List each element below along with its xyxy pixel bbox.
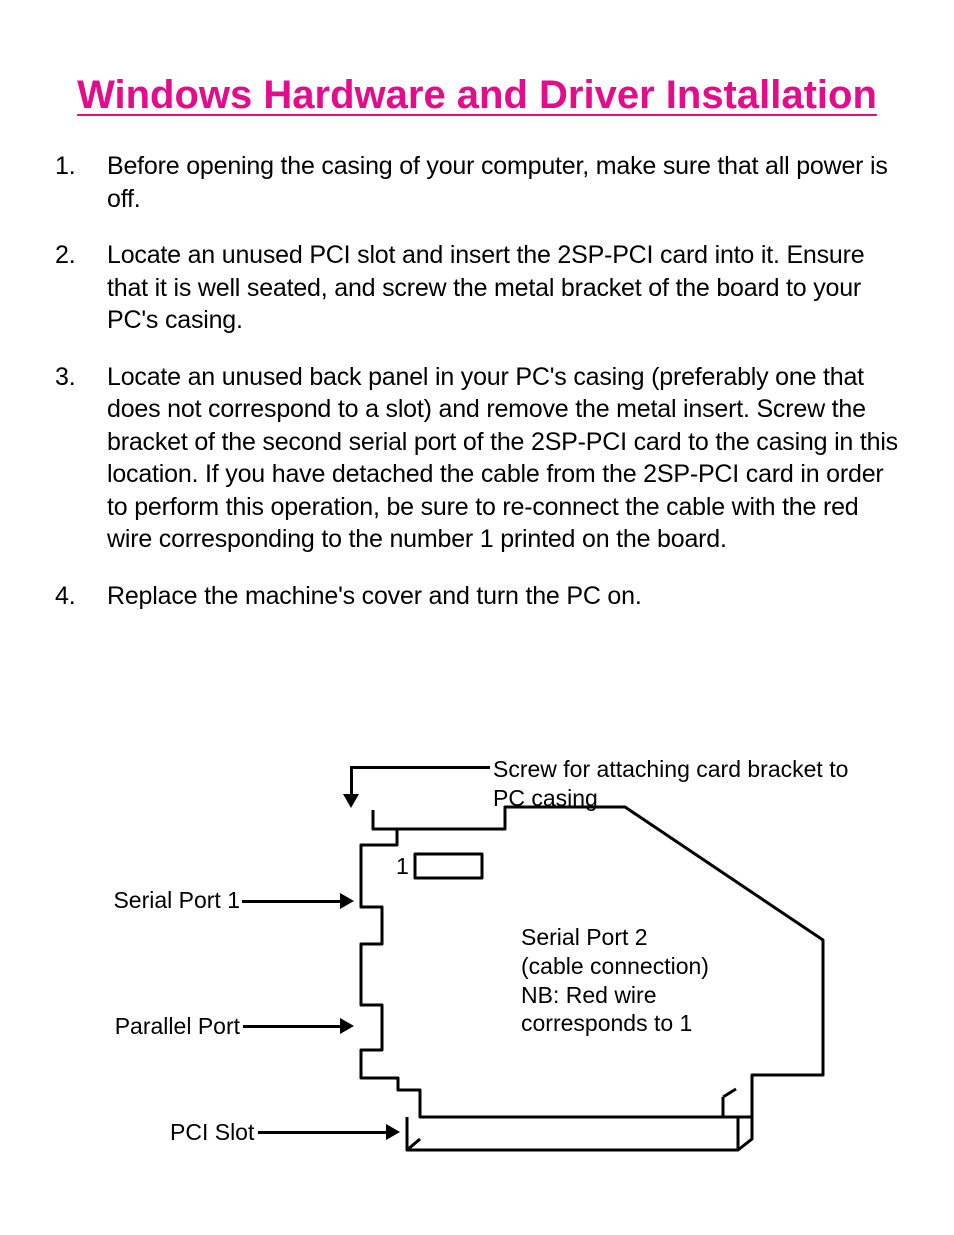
serial1-arrow-head <box>340 893 354 909</box>
instruction-list: 1.Before opening the casing of your comp… <box>55 150 899 612</box>
screw-label: Screw for attaching card bracket to PC c… <box>493 755 853 813</box>
step-item: 1.Before opening the casing of your comp… <box>55 150 899 215</box>
step-item: 3.Locate an unused back panel in your PC… <box>55 361 899 556</box>
step-item: 2.Locate an unused PCI slot and insert t… <box>55 239 899 337</box>
page-title: Windows Hardware and Driver Installation <box>55 70 899 120</box>
parallel-arrow <box>243 1025 343 1028</box>
step-number: 3. <box>55 361 99 394</box>
screw-arrow-h <box>352 766 490 769</box>
pci-label: PCI Slot <box>170 1118 254 1147</box>
step-number: 2. <box>55 239 99 272</box>
serial2-label: Serial Port 2 (cable connection) NB: Red… <box>521 923 761 1038</box>
parallel-arrow-head <box>340 1018 354 1034</box>
step-item: 4. Replace the machine's cover and turn t… <box>55 580 899 613</box>
pin1-label: 1 <box>396 852 409 881</box>
pci-arrow <box>258 1131 388 1134</box>
screw-arrow-head <box>343 794 359 808</box>
pci-arrow-head <box>386 1124 400 1140</box>
step-text: Locate an unused back panel in your PC's… <box>107 363 898 554</box>
serial1-arrow <box>242 900 342 903</box>
step-number: 1. <box>55 150 99 183</box>
step-number: 4. <box>55 580 99 613</box>
step-text: Locate an unused PCI slot and insert the… <box>107 241 864 334</box>
parallel-label: Parallel Port <box>100 1012 240 1041</box>
card-diagram: 1 Screw for attaching card bracket to PC… <box>0 740 954 1200</box>
step-text: Replace the machine's cover and turn the… <box>107 582 642 610</box>
step-text: Before opening the casing of your comput… <box>107 152 888 213</box>
serial1-label: Serial Port 1 <box>100 886 240 915</box>
